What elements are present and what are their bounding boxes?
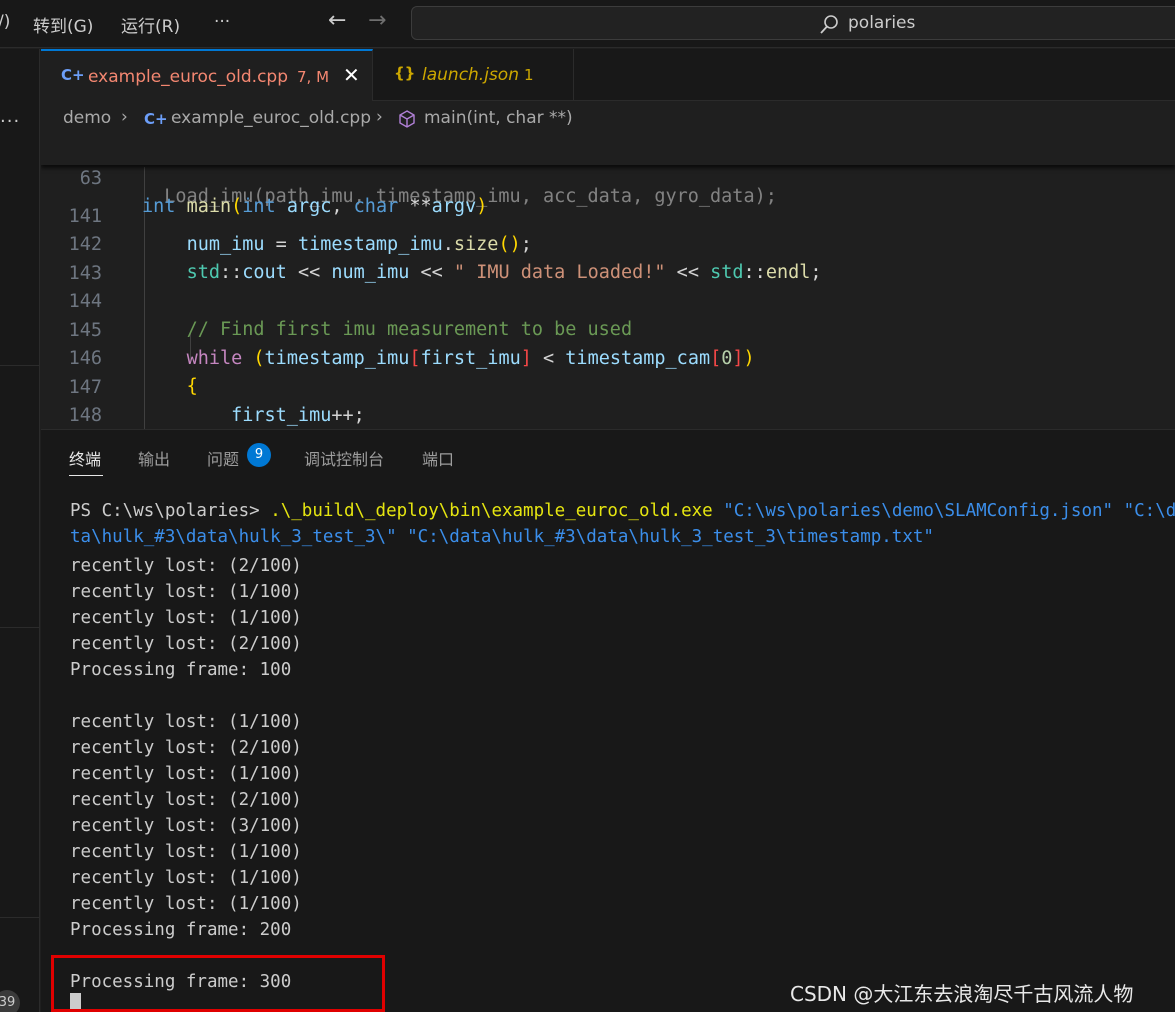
tab-label: launch.json — [422, 65, 519, 85]
terminal-output-line: recently lost: (2/100) — [70, 634, 302, 654]
divider — [0, 627, 40, 628]
json-file-icon: {} — [394, 64, 416, 82]
tab-label: example_euroc_old.cpp — [88, 67, 289, 87]
cpp-file-icon: C+ — [144, 110, 168, 128]
code-line: 145 while (timestamp_imu[first_imu] < ti… — [68, 320, 755, 369]
cpp-file-icon: C+ — [61, 66, 85, 84]
tab-example-euroc-old-cpp[interactable]: C+ example_euroc_old.cpp 7, M ✕ — [41, 49, 373, 101]
terminal-output-line: Processing frame: 100 — [70, 660, 292, 680]
breadcrumb-folder[interactable]: demo — [63, 108, 111, 128]
breadcrumb: demo › C+ example_euroc_old.cpp › main(i… — [41, 101, 1175, 137]
more-actions-icon[interactable]: ··· — [0, 111, 20, 132]
cube-symbol-icon — [399, 110, 415, 128]
editor-tab-bar: C+ example_euroc_old.cpp 7, M ✕ {} launc… — [41, 49, 1175, 101]
terminal-output-line: recently lost: (1/100) — [70, 894, 302, 914]
tab-output[interactable]: 输出 — [138, 446, 170, 470]
red-highlight-box — [51, 955, 385, 1012]
code-line: 146 { — [68, 348, 198, 397]
terminal-output-line: recently lost: (1/100) — [70, 712, 302, 732]
divider — [0, 917, 40, 918]
menu-item-goto[interactable]: 转到(G) — [33, 12, 93, 37]
tab-debug-console[interactable]: 调试控制台 — [304, 446, 384, 470]
forward-arrow-icon[interactable]: → — [368, 8, 386, 33]
menu-item-more[interactable]: ··· — [214, 12, 230, 32]
terminal-output-line: recently lost: (1/100) — [70, 582, 302, 602]
terminal-command-continuation: ta\hulk_#3\data\hulk_3_test_3\" "C:\data… — [70, 527, 934, 547]
tab-terminal[interactable]: 终端 — [69, 446, 101, 470]
terminal-output-line: recently lost: (2/100) — [70, 738, 302, 758]
terminal-output-line: recently lost: (1/100) — [70, 868, 302, 888]
search-icon — [820, 15, 838, 34]
terminal-output-line: Processing frame: 200 — [70, 920, 292, 940]
tab-status: 1 — [524, 66, 534, 84]
breadcrumb-symbol[interactable]: main(int, char **) — [424, 108, 573, 128]
menu-item-run[interactable]: 运行(R) — [121, 12, 180, 37]
terminal-command-line: PS C:\ws\polaries> .\_build\_deploy\bin\… — [70, 501, 1175, 521]
search-text: polaries — [848, 13, 916, 33]
code-text: int main(int argc, char **argv) — [142, 196, 488, 217]
tab-launch-json[interactable]: {} launch.json 1 — [374, 49, 574, 101]
tab-status: 7, M — [297, 68, 330, 86]
terminal-output-line: recently lost: (1/100) — [70, 764, 302, 784]
code-editor[interactable]: Load_imu(path_imu, timestamp_imu, acc_da… — [41, 137, 1175, 429]
code-line: 148 } — [68, 405, 102, 426]
terminal-output-line: recently lost: (3/100) — [70, 816, 302, 836]
activity-bar: ··· — [0, 49, 40, 1012]
tab-problems[interactable]: 问题 — [207, 446, 239, 470]
bottom-panel: 终端 输出 问题 9 调试控制台 端口 PS C:\ws\polaries> .… — [41, 429, 1175, 1012]
terminal-output-line: recently lost: (1/100) — [70, 842, 302, 862]
problems-count-badge: 9 — [247, 443, 271, 467]
code-line: 143 — [68, 263, 102, 284]
close-icon[interactable]: ✕ — [343, 63, 360, 87]
tab-ports[interactable]: 端口 — [422, 446, 454, 470]
code-line: 144 // Find first imu measurement to be … — [68, 291, 633, 340]
menu-item-partial[interactable]: /) — [0, 12, 10, 32]
code-line: 149 — [41, 403, 1175, 429]
watermark: CSDN @大江东去浪淘尽千古风流人物 — [790, 982, 1134, 1006]
sticky-scroll-header[interactable]: 63 int main(int argc, char **argv) — [41, 137, 1175, 217]
command-center-search[interactable]: polaries — [411, 6, 1175, 40]
active-tab-indicator — [69, 475, 103, 476]
divider — [0, 365, 40, 366]
back-arrow-icon[interactable]: ← — [328, 8, 346, 33]
line-number: 63 — [79, 168, 102, 189]
breadcrumb-file[interactable]: example_euroc_old.cpp — [171, 108, 371, 128]
title-bar: /) 转到(G) 运行(R) ··· ← → polaries — [0, 0, 1175, 48]
terminal-output-line: recently lost: (1/100) — [70, 608, 302, 628]
code-line: 147 first_imu++; — [68, 377, 365, 426]
terminal-output-line: recently lost: (2/100) — [70, 790, 302, 810]
chevron-right-icon: › — [121, 107, 128, 127]
terminal-output-line: recently lost: (2/100) — [70, 556, 302, 576]
chevron-right-icon: › — [376, 107, 383, 127]
